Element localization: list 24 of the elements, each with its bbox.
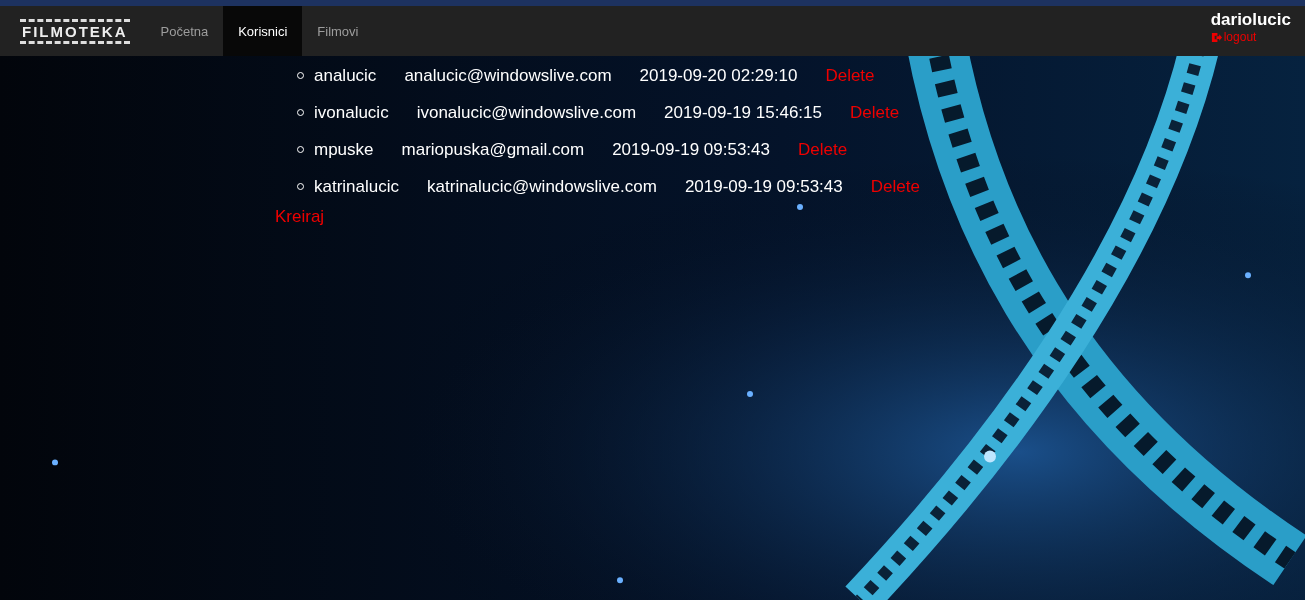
email: analucic@windowslive.com <box>404 65 612 86</box>
created-date: 2019-09-19 15:46:15 <box>664 102 822 123</box>
delete-link[interactable]: Delete <box>798 139 848 160</box>
email: katrinalucic@windowslive.com <box>427 176 657 197</box>
username: katrinalucic <box>314 176 400 197</box>
delete-link[interactable]: Delete <box>849 102 900 123</box>
logout-icon <box>1210 31 1222 43</box>
email: ivonalucic@windowslive.com <box>416 102 637 123</box>
nav-link[interactable]: Korisnici <box>223 6 303 56</box>
username: analucic <box>314 65 377 86</box>
created-date: 2019-09-19 09:53:43 <box>684 176 843 197</box>
username: ivonalucic <box>314 102 389 123</box>
username: mpuske <box>314 139 374 160</box>
username: dariolucic <box>1210 10 1291 30</box>
create-link[interactable]: Kreiraj <box>275 207 325 227</box>
nav-link[interactable]: Početna <box>145 6 224 56</box>
email: mariopuska@gmail.com <box>401 139 585 160</box>
delete-link[interactable]: Delete <box>870 176 920 197</box>
delete-link[interactable]: Delete <box>825 65 875 86</box>
logout-link[interactable]: logout <box>1210 30 1257 44</box>
created-date: 2019-09-19 09:53:43 <box>612 139 770 160</box>
brand-logo[interactable]: FILMOTEKA <box>12 6 146 56</box>
created-date: 2019-09-20 02:29:10 <box>639 65 798 86</box>
nav-link[interactable]: Filmovi <box>302 6 374 56</box>
